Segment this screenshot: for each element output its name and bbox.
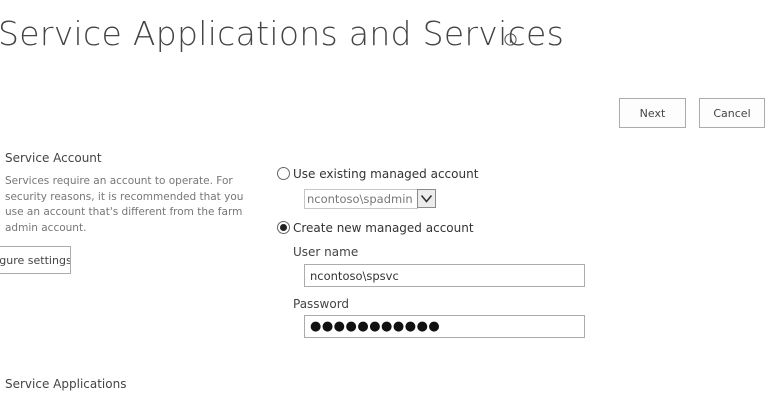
chevron-down-icon[interactable] <box>417 189 436 208</box>
create-new-account-label[interactable]: Create new managed account <box>293 221 474 235</box>
password-label: Password <box>293 297 350 311</box>
create-new-account-radio[interactable] <box>277 221 290 234</box>
use-existing-account-label[interactable]: Use existing managed account <box>293 167 478 181</box>
user-name-label: User name <box>293 245 359 259</box>
user-name-input[interactable] <box>304 264 585 287</box>
service-account-description: Services require an account to operate. … <box>5 175 244 234</box>
cancel-button[interactable]: Cancel <box>699 98 765 128</box>
service-applications-title: Service Applications <box>5 377 127 391</box>
page-title: Service Applications and Services <box>0 14 565 53</box>
password-input[interactable] <box>304 315 585 338</box>
use-existing-account-radio[interactable] <box>277 167 290 180</box>
page: Service Applications and Services Next C… <box>0 0 771 394</box>
next-button[interactable]: Next <box>619 98 686 128</box>
configure-settings-button[interactable]: Configure settings <box>0 246 71 274</box>
service-account-title: Service Account <box>5 151 102 165</box>
chevron-down-glyph <box>420 194 433 203</box>
existing-account-select[interactable]: ncontoso\spadmin <box>304 189 418 209</box>
info-icon[interactable] <box>504 33 517 46</box>
